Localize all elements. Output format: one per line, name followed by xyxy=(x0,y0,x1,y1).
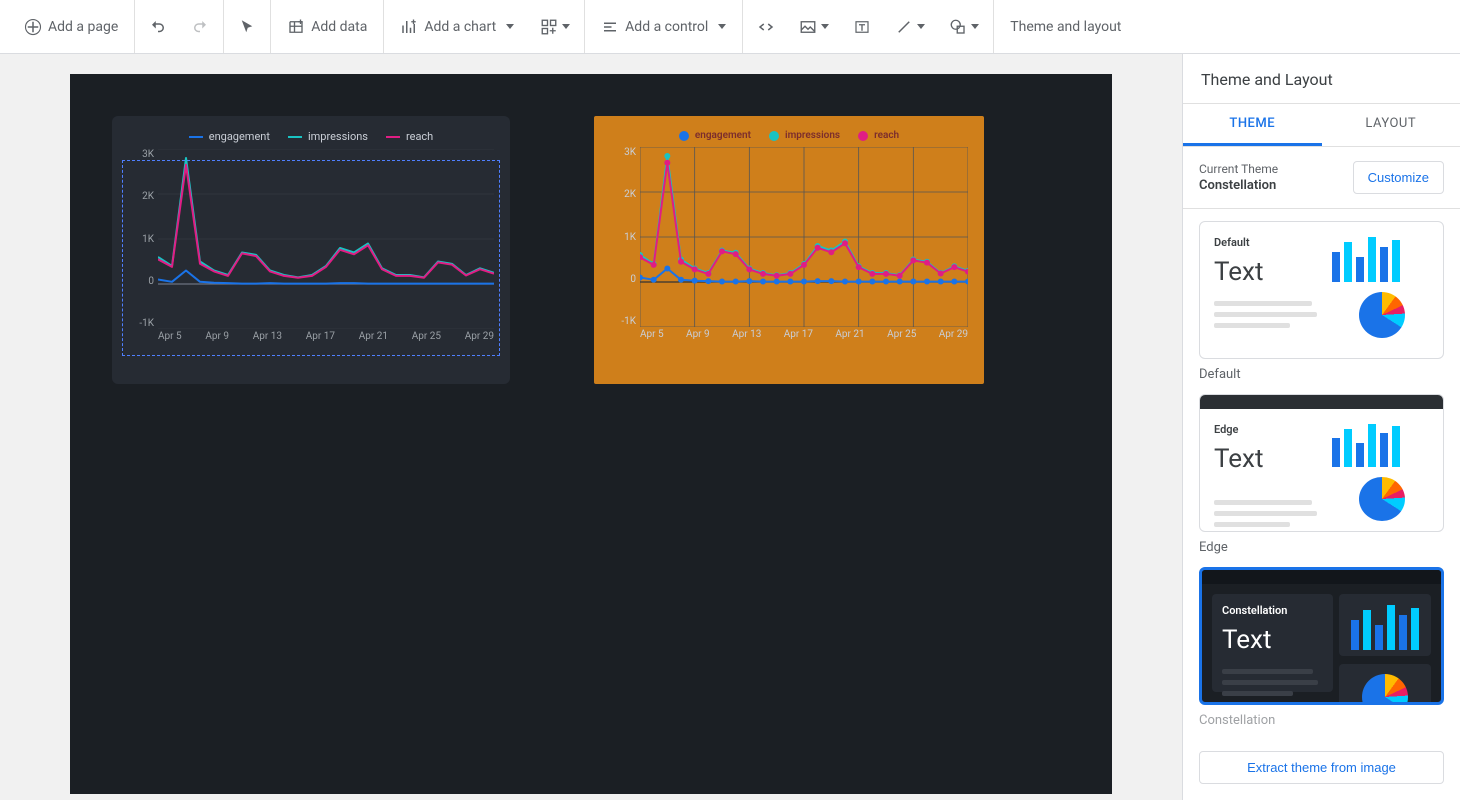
theme-layout-label: Theme and layout xyxy=(1010,19,1121,35)
pie-icon xyxy=(1359,292,1405,338)
theme-name-constellation: Constellation xyxy=(1199,713,1444,728)
chart-dark[interactable]: engagementimpressionsreach3K2K1K0-1KApr … xyxy=(112,116,510,384)
bars-icon xyxy=(1351,600,1419,650)
theme-tag: Edge xyxy=(1214,423,1322,436)
add-control-label: Add a control xyxy=(625,19,708,35)
line-button[interactable] xyxy=(889,12,931,42)
community-viz-button[interactable] xyxy=(534,12,576,42)
extract-theme-button[interactable]: Extract theme from image xyxy=(1199,751,1444,784)
add-chart-button[interactable]: Add a chart xyxy=(392,12,522,42)
theme-card-constellation[interactable]: Constellation Text xyxy=(1199,567,1444,705)
toolbar: Add a page Add data Add a chart Add a co… xyxy=(0,0,1460,54)
panel-title: Theme and Layout xyxy=(1183,54,1460,104)
theme-tag: Default xyxy=(1214,236,1322,249)
theme-layout-button[interactable]: Theme and layout xyxy=(1002,13,1129,41)
add-page-button[interactable]: Add a page xyxy=(16,12,126,42)
pie-icon xyxy=(1359,477,1405,521)
text-button[interactable] xyxy=(847,12,877,42)
theme-tag: Constellation xyxy=(1222,604,1323,617)
add-data-button[interactable]: Add data xyxy=(279,12,375,42)
add-data-label: Add data xyxy=(311,19,367,35)
pie-icon xyxy=(1362,674,1408,705)
current-theme-value: Constellation xyxy=(1199,178,1278,193)
canvas-area[interactable]: engagementimpressionsreach3K2K1K0-1KApr … xyxy=(0,54,1182,800)
select-tool-button[interactable] xyxy=(232,12,262,42)
bars-icon xyxy=(1332,232,1431,282)
theme-sample-text: Text xyxy=(1222,625,1323,655)
report-canvas[interactable]: engagementimpressionsreach3K2K1K0-1KApr … xyxy=(70,74,1112,794)
add-control-button[interactable]: Add a control xyxy=(593,12,734,42)
embed-button[interactable] xyxy=(751,12,781,42)
current-theme-label: Current Theme xyxy=(1199,162,1278,176)
chart-orange[interactable]: engagementimpressionsreach3K2K1K0-1KApr … xyxy=(594,116,984,384)
add-page-label: Add a page xyxy=(48,19,118,35)
undo-button[interactable] xyxy=(143,12,173,42)
theme-layout-panel: Theme and Layout THEME LAYOUT Current Th… xyxy=(1182,54,1460,800)
tab-theme[interactable]: THEME xyxy=(1183,104,1322,146)
theme-sample-text: Text xyxy=(1214,444,1322,474)
theme-list[interactable]: Default Text Default Edge xyxy=(1183,209,1460,739)
customize-button[interactable]: Customize xyxy=(1353,161,1444,194)
theme-name-default: Default xyxy=(1199,367,1444,382)
redo-button[interactable] xyxy=(185,12,215,42)
bars-icon xyxy=(1332,419,1431,467)
theme-sample-text: Text xyxy=(1214,257,1322,287)
image-button[interactable] xyxy=(793,12,835,42)
shape-button[interactable] xyxy=(943,12,985,42)
theme-card-default[interactable]: Default Text xyxy=(1199,221,1444,359)
theme-card-edge[interactable]: Edge Text xyxy=(1199,394,1444,532)
theme-name-edge: Edge xyxy=(1199,540,1444,555)
add-chart-label: Add a chart xyxy=(424,19,496,35)
tab-layout[interactable]: LAYOUT xyxy=(1322,104,1460,146)
